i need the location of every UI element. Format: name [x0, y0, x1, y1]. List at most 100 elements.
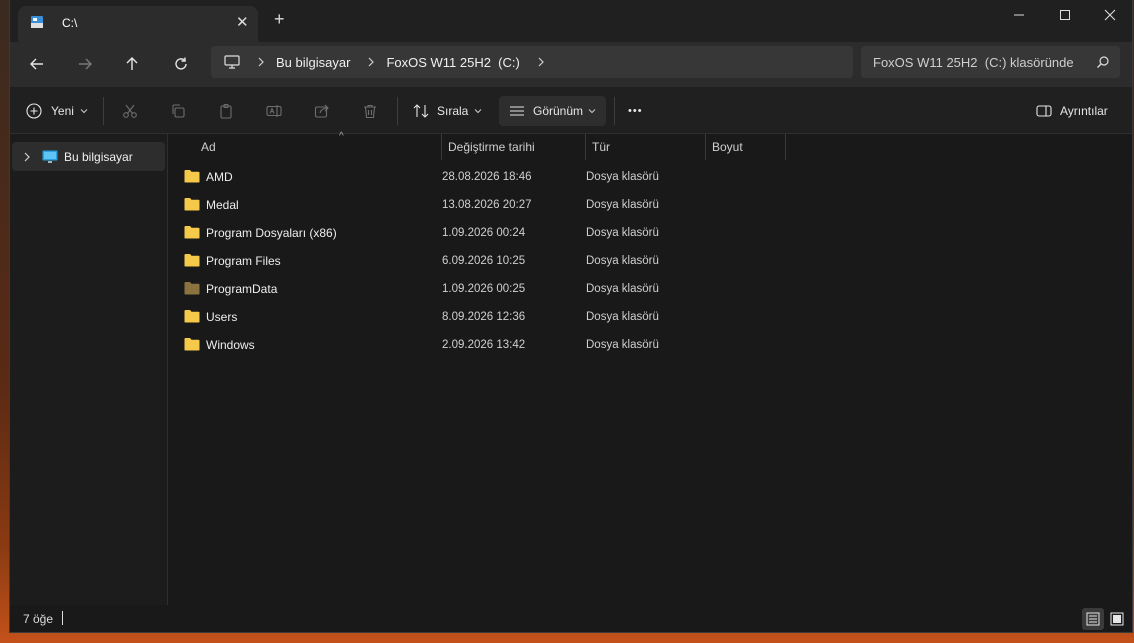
column-header-size[interactable]: Boyut: [706, 134, 786, 160]
file-explorer-window: C:\ ✕ + Bu bilgisayar FoxOS W11 25H2 (C:…: [9, 0, 1133, 633]
view-button-label: Görünüm: [533, 104, 584, 118]
breadcrumb-this-pc[interactable]: Bu bilgisayar: [276, 55, 350, 70]
maximize-icon: [1060, 10, 1070, 20]
refresh-button[interactable]: [165, 50, 197, 78]
file-type: Dosya klasörü: [586, 199, 659, 211]
folder-icon: [184, 170, 200, 183]
file-list: ^ Ad Değiştirme tarihi Tür Boyut AMD 28.0…: [169, 131, 1132, 605]
file-modified: 2.09.2026 13:42: [442, 339, 526, 351]
column-header-type[interactable]: Tür: [586, 134, 706, 160]
delete-button[interactable]: [362, 96, 378, 126]
chevron-down-icon: [475, 109, 482, 114]
file-row[interactable]: Program Dosyaları (x86) 1.09.2026 00:24 Do…: [184, 219, 784, 247]
chevron-right-icon[interactable]: [22, 152, 32, 162]
folder-icon: [184, 310, 200, 323]
sidebar-item-label: Bu bilgisayar: [64, 149, 133, 164]
new-button[interactable]: Yeni: [26, 96, 88, 126]
address-bar[interactable]: Bu bilgisayar FoxOS W11 25H2 (C:): [211, 46, 853, 78]
column-header-name[interactable]: ^ Ad: [195, 131, 441, 160]
details-view-icon: [1086, 612, 1100, 626]
new-button-label: Yeni: [51, 104, 74, 118]
sort-ascending-icon: ^: [339, 131, 344, 142]
maximize-button[interactable]: [1042, 0, 1088, 30]
folder-icon: [184, 198, 200, 211]
details-pane-label: Ayrıntılar: [1060, 104, 1108, 118]
close-window-button[interactable]: [1087, 0, 1132, 30]
file-name: Windows: [206, 338, 255, 352]
tab-current[interactable]: C:\ ✕: [18, 6, 258, 42]
minimize-icon: [1014, 14, 1024, 16]
sort-button[interactable]: Sırala: [413, 96, 482, 126]
see-more-button[interactable]: •••: [628, 96, 643, 126]
arrow-up-icon: [126, 57, 138, 70]
up-button[interactable]: [116, 50, 148, 78]
rename-icon: [266, 105, 282, 117]
cut-button[interactable]: [122, 96, 138, 126]
drive-icon: [31, 16, 43, 28]
refresh-icon: [175, 57, 187, 70]
details-view-toggle[interactable]: [1082, 608, 1104, 630]
file-row[interactable]: AMD 28.08.2026 18:46 Dosya klasörü: [184, 163, 784, 191]
file-name: AMD: [206, 170, 233, 184]
file-row[interactable]: Windows 2.09.2026 13:42 Dosya klasörü: [184, 331, 784, 359]
file-row[interactable]: Program Files 6.09.2026 10:25 Dosya klasör…: [184, 247, 784, 275]
back-button[interactable]: [21, 50, 53, 78]
large-icons-view-toggle[interactable]: [1106, 608, 1128, 630]
tab-title: C:\: [62, 16, 78, 30]
copy-button[interactable]: [170, 96, 186, 126]
copy-icon: [172, 104, 185, 118]
folder-icon: [184, 226, 200, 239]
column-name-label: Ad: [201, 140, 216, 154]
sort-button-label: Sırala: [437, 104, 469, 118]
file-type: Dosya klasörü: [586, 283, 659, 295]
file-modified: 6.09.2026 10:25: [442, 255, 526, 267]
tab-close-button[interactable]: ✕: [236, 13, 249, 31]
arrow-left-icon: [30, 58, 43, 70]
item-count: 7 öğe: [23, 612, 54, 626]
toolbar-divider: [397, 97, 398, 125]
search-input[interactable]: FoxOS W11 25H2 (C:) klasöründe: [873, 55, 1074, 70]
details-pane-button[interactable]: Ayrıntılar: [1036, 96, 1108, 126]
view-button[interactable]: Görünüm: [499, 96, 607, 126]
file-row[interactable]: Medal 13.08.2026 20:27 Dosya klasörü: [184, 191, 784, 219]
file-row[interactable]: Users 8.09.2026 12:36 Dosya klasörü: [184, 303, 784, 331]
file-type: Dosya klasörü: [586, 171, 659, 183]
command-bar: Yeni Sırala Görünüm ••• Ayrıntılar: [10, 87, 1132, 134]
rename-button[interactable]: [266, 96, 282, 126]
file-row[interactable]: ProgramData 1.09.2026 00:25 Dosya klasörü: [184, 275, 784, 303]
chevron-right-icon: [369, 57, 375, 67]
sort-icon: [413, 104, 429, 118]
paste-button[interactable]: [218, 96, 234, 126]
sidebar-item-this-pc[interactable]: Bu bilgisayar: [12, 142, 165, 171]
column-header-modified[interactable]: Değiştirme tarihi: [442, 134, 586, 160]
forward-button[interactable]: [69, 50, 101, 78]
arrow-right-icon: [79, 58, 92, 70]
new-tab-button[interactable]: +: [274, 10, 285, 28]
computer-icon: [224, 55, 240, 69]
scissors-icon: [123, 104, 137, 118]
computer-icon: [42, 150, 58, 163]
search-box[interactable]: FoxOS W11 25H2 (C:) klasöründe: [861, 46, 1120, 78]
hidden-folder-icon: [184, 282, 200, 295]
minimize-button[interactable]: [996, 0, 1042, 30]
file-type: Dosya klasörü: [586, 255, 659, 267]
file-type: Dosya klasörü: [586, 227, 659, 239]
chevron-right-icon[interactable]: [536, 57, 546, 67]
list-view-icon: [510, 106, 524, 116]
folder-icon: [184, 338, 200, 351]
plus-circle-icon: [26, 103, 42, 119]
search-icon: [1097, 56, 1109, 68]
file-name: Users: [206, 310, 238, 324]
share-icon: [314, 104, 329, 118]
chevron-down-icon: [588, 109, 596, 114]
share-button[interactable]: [314, 96, 330, 126]
selection-indicator: [62, 611, 63, 625]
clipboard-icon: [220, 103, 232, 119]
trash-icon: [364, 104, 376, 119]
navigation-pane: Bu bilgisayar: [10, 134, 168, 605]
column-divider[interactable]: [785, 134, 786, 160]
file-modified: 13.08.2026 20:27: [442, 199, 532, 211]
breadcrumb-drive[interactable]: FoxOS W11 25H2 (C:): [386, 55, 519, 70]
close-icon: [1104, 9, 1116, 21]
folder-icon: [184, 254, 200, 267]
